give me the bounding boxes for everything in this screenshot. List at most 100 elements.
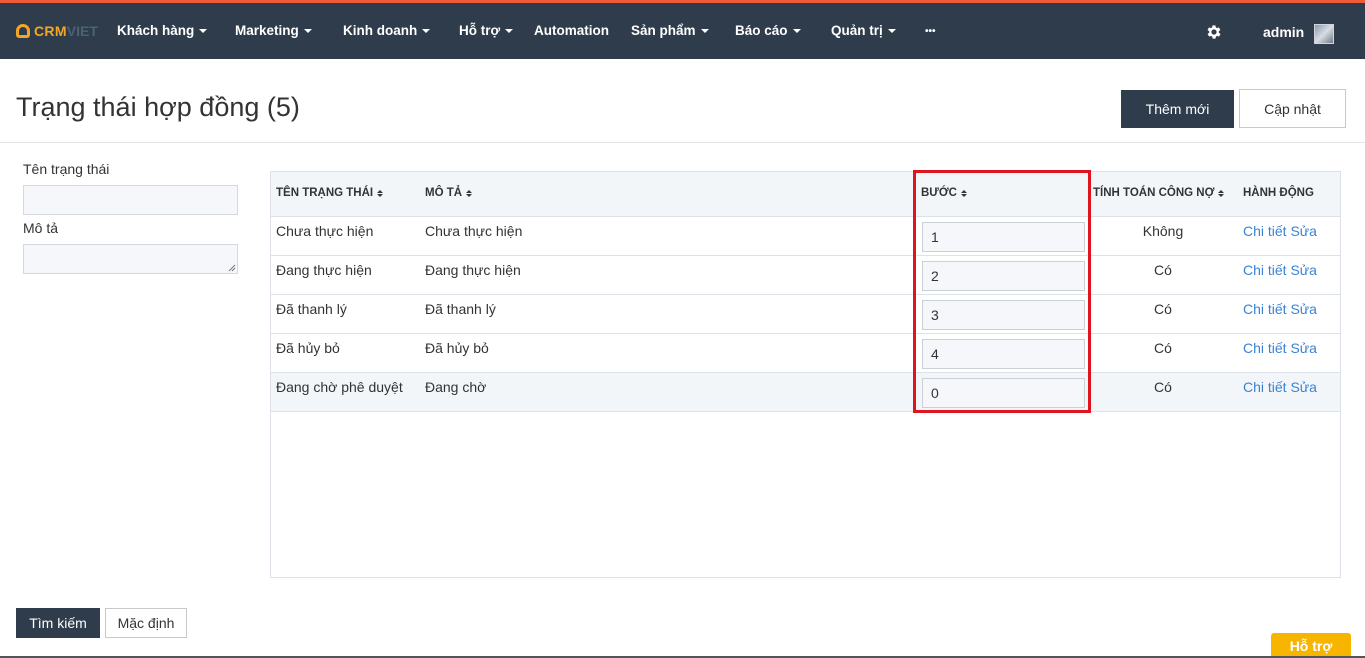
column-header-action: HÀNH ĐỘNG [1243,187,1314,199]
debt-calc-cell: Có [1154,301,1172,317]
edit-link[interactable]: Sửa [1290,340,1317,356]
step-input[interactable] [922,261,1085,291]
status-name-cell: Chưa thực hiện [276,223,374,239]
status-table: TÊN TRẠNG THÁI MÔ TẢ BƯỚC TÍNH TOÁN CÔNG… [270,171,1341,578]
status-name-label: Tên trạng thái [23,161,110,177]
support-button[interactable]: Hỗ trợ [1271,633,1351,658]
column-header-name[interactable]: TÊN TRẠNG THÁI [276,187,384,199]
logo-icon [16,24,30,38]
action-cell: Chi tiết Sửa [1243,262,1317,278]
action-cell: Chi tiết Sửa [1243,301,1317,317]
status-name-cell: Đang thực hiện [276,262,372,278]
nav-more-menu[interactable]: ••• [925,26,936,37]
more-icon: ••• [925,26,936,37]
nav-item-label: Automation [534,23,609,38]
status-name-cell: Đã thanh lý [276,301,347,317]
logo-text-primary: CRM [34,23,67,39]
detail-link[interactable]: Chi tiết [1243,340,1287,356]
column-header-label: TÍNH TOÁN CÔNG NỢ [1093,187,1215,199]
avatar[interactable] [1314,24,1334,44]
nav-item-khach-hang[interactable]: Khách hàng [117,23,208,38]
add-new-button[interactable]: Thêm mới [1121,90,1234,128]
description-textarea[interactable] [23,244,238,274]
table-row: Đang chờ phê duyệt Đang chờ Có Chi tiết … [271,373,1340,412]
column-header-label: TÊN TRẠNG THÁI [276,187,374,199]
nav-item-label: Sản phẩm [631,23,696,38]
detail-link[interactable]: Chi tiết [1243,262,1287,278]
status-name-input[interactable] [23,185,238,215]
table-row: Chưa thực hiện Chưa thực hiện Không Chi … [271,217,1340,256]
column-header-debt-calc[interactable]: TÍNH TOÁN CÔNG NỢ [1093,187,1225,199]
step-input[interactable] [922,222,1085,252]
chevron-down-icon [199,28,208,33]
nav-item-quan-tri[interactable]: Quản trị [831,23,896,38]
description-cell: Chưa thực hiện [425,223,523,239]
sort-icon[interactable] [466,189,473,197]
gear-icon[interactable] [1205,23,1223,41]
action-cell: Chi tiết Sửa [1243,340,1317,356]
chevron-down-icon [422,28,431,33]
user-name[interactable]: admin [1263,24,1304,40]
step-input[interactable] [922,300,1085,330]
step-input[interactable] [922,339,1085,369]
description-label: Mô tả [23,220,59,236]
nav-item-automation[interactable]: Automation [534,23,609,38]
default-button[interactable]: Mặc định [105,608,187,638]
chevron-down-icon [700,28,709,33]
description-cell: Đang thực hiện [425,262,521,278]
column-header-description[interactable]: MÔ TẢ [425,187,473,199]
edit-link[interactable]: Sửa [1290,379,1317,395]
action-cell: Chi tiết Sửa [1243,223,1317,239]
description-cell: Đã hủy bỏ [425,340,489,356]
debt-calc-cell: Không [1142,223,1184,239]
nav-item-bao-cao[interactable]: Báo cáo [735,23,801,38]
resize-handle-icon[interactable] [228,264,236,272]
nav-item-label: Hỗ trợ [459,23,501,38]
detail-link[interactable]: Chi tiết [1243,379,1287,395]
sort-icon[interactable] [1218,189,1225,197]
nav-item-label: Báo cáo [735,23,788,38]
column-header-label: HÀNH ĐỘNG [1243,187,1314,199]
debt-calc-cell: Có [1154,262,1172,278]
nav-item-ho-tro[interactable]: Hỗ trợ [459,23,514,38]
logo-text-secondary: VIET [66,23,98,39]
detail-link[interactable]: Chi tiết [1243,301,1287,317]
nav-item-marketing[interactable]: Marketing [235,23,312,38]
column-header-label: MÔ TẢ [425,187,463,199]
step-input[interactable] [922,378,1085,408]
nav-item-label: Khách hàng [117,23,195,38]
column-header-step[interactable]: BƯỚC [921,187,967,199]
chevron-down-icon [887,28,896,33]
search-button[interactable]: Tìm kiếm [16,608,100,638]
detail-link[interactable]: Chi tiết [1243,223,1287,239]
sort-icon[interactable] [960,189,967,197]
nav-item-label: Marketing [235,23,299,38]
header-divider [0,142,1365,143]
edit-link[interactable]: Sửa [1290,223,1317,239]
status-name-cell: Đã hủy bỏ [276,340,340,356]
chevron-down-icon [505,28,514,33]
action-cell: Chi tiết Sửa [1243,379,1317,395]
table-row: Đã hủy bỏ Đã hủy bỏ Có Chi tiết Sửa [271,334,1340,373]
table-header: TÊN TRẠNG THÁI MÔ TẢ BƯỚC TÍNH TOÁN CÔNG… [271,172,1340,217]
edit-link[interactable]: Sửa [1290,301,1317,317]
description-cell: Đang chờ [425,379,487,395]
page-title: Trạng thái hợp đồng (5) [16,92,300,122]
table-row: Đã thanh lý Đã thanh lý Có Chi tiết Sửa [271,295,1340,334]
status-name-cell: Đang chờ phê duyệt [276,379,403,395]
crmviet-logo[interactable]: CRM VIET [16,21,98,41]
update-button[interactable]: Cập nhật [1239,89,1346,128]
column-header-label: BƯỚC [921,187,957,199]
table-row: Đang thực hiện Đang thực hiện Có Chi tiế… [271,256,1340,295]
debt-calc-cell: Có [1154,340,1172,356]
nav-item-kinh-doanh[interactable]: Kinh doanh [343,23,431,38]
sort-icon[interactable] [377,189,384,197]
debt-calc-cell: Có [1154,379,1172,395]
nav-item-san-pham[interactable]: Sản phẩm [631,23,709,38]
edit-link[interactable]: Sửa [1290,262,1317,278]
chevron-down-icon [303,28,312,33]
description-cell: Đã thanh lý [425,301,496,317]
top-navbar: CRM VIET Khách hàng Marketing Kinh doanh… [0,0,1365,59]
nav-item-label: Kinh doanh [343,23,418,38]
nav-item-label: Quản trị [831,23,883,38]
